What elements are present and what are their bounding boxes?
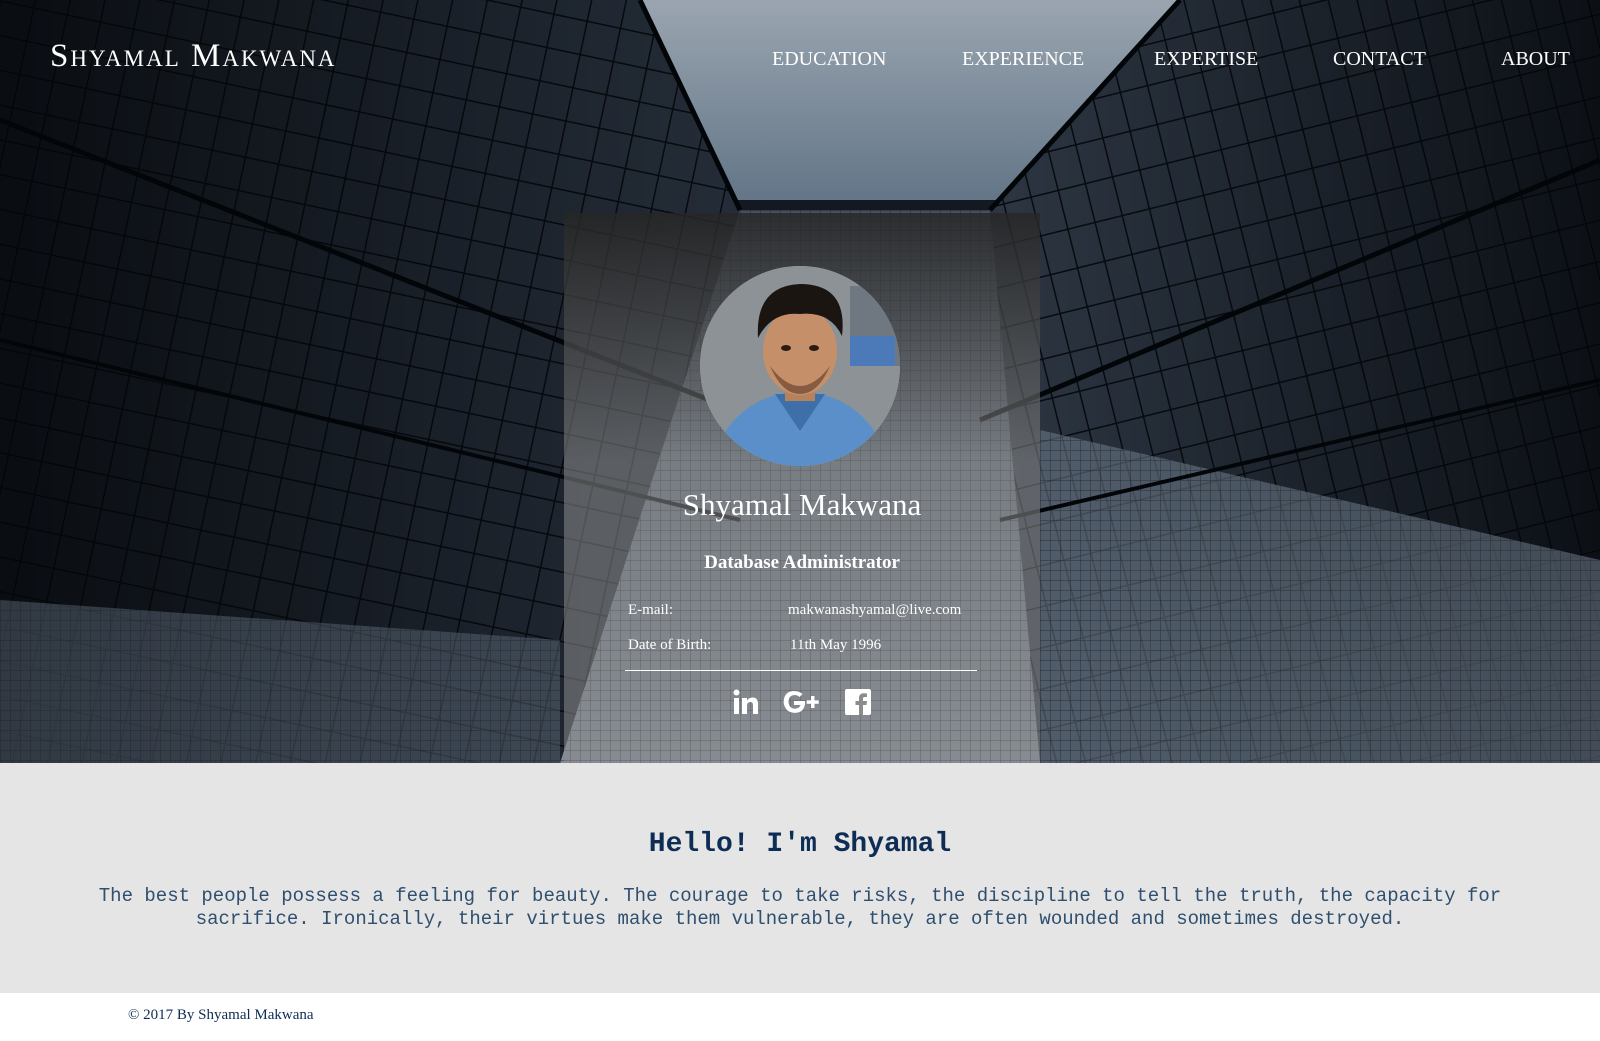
dob-label: Date of Birth: bbox=[628, 637, 712, 653]
dob-value: 11th May 1996 bbox=[790, 637, 882, 653]
nav-education[interactable]: EDUCATION bbox=[772, 48, 886, 71]
avatar-photo bbox=[700, 266, 900, 466]
avatar bbox=[700, 266, 900, 466]
social-links bbox=[564, 687, 1040, 723]
brand-logo[interactable]: Shyamal Makwana bbox=[50, 38, 337, 75]
email-row: E-mail: makwanashyamal@live.com bbox=[628, 602, 988, 624]
hero-section: Shyamal Makwana EDUCATION EXPERIENCE EXP… bbox=[0, 0, 1600, 763]
intro-section: Hello! I'm Shyamal The best people posse… bbox=[0, 763, 1600, 993]
intro-title: Hello! I'm Shyamal bbox=[648, 829, 952, 860]
footer: © 2017 By Shyamal Makwana bbox=[0, 993, 1600, 1041]
facebook-icon[interactable] bbox=[843, 687, 873, 717]
dob-row: Date of Birth: 11th May 1996 bbox=[628, 637, 988, 659]
main-nav: EDUCATION EXPERIENCE EXPERTISE CONTACT A… bbox=[740, 48, 1600, 78]
nav-experience[interactable]: EXPERIENCE bbox=[962, 48, 1084, 71]
profile-card: Shyamal Makwana Database Administrator E… bbox=[564, 213, 1040, 763]
nav-expertise[interactable]: EXPERTISE bbox=[1154, 48, 1258, 71]
intro-text: The best people possess a feeling for be… bbox=[98, 885, 1502, 930]
profile-name: Shyamal Makwana bbox=[682, 487, 922, 522]
linkedin-icon[interactable] bbox=[731, 687, 761, 717]
card-divider bbox=[625, 670, 977, 671]
email-value[interactable]: makwanashyamal@live.com bbox=[788, 602, 961, 619]
google-plus-icon[interactable] bbox=[781, 687, 823, 717]
nav-contact[interactable]: CONTACT bbox=[1333, 48, 1426, 71]
profile-role: Database Administrator bbox=[704, 552, 900, 573]
footer-copyright: © 2017 By Shyamal Makwana bbox=[128, 1007, 314, 1023]
nav-about[interactable]: ABOUT bbox=[1501, 48, 1570, 71]
email-label: E-mail: bbox=[628, 602, 673, 618]
